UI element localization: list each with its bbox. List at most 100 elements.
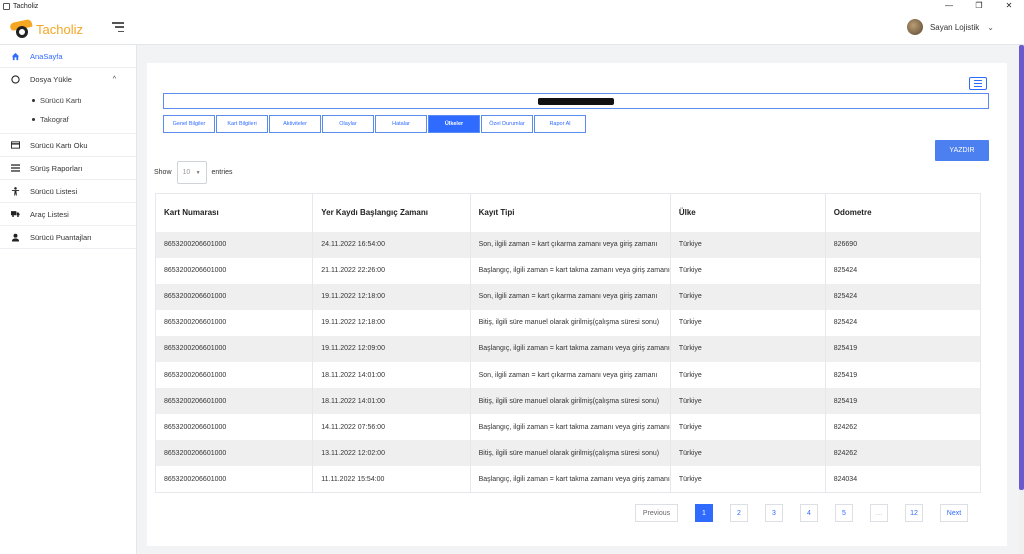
cell-ulke: Türkiye <box>670 231 826 258</box>
cell-kayit-tipi: Bitiş, ilgili süre manuel olarak girilmi… <box>470 440 671 467</box>
home-icon <box>11 52 20 61</box>
cell-baslangic-zamani: 14.11.2022 07:56:00 <box>312 414 471 441</box>
cell-odometre: 825424 <box>825 309 982 336</box>
page-button-12[interactable]: 12 <box>905 504 923 522</box>
cell-baslangic-zamani: 18.11.2022 14:01:00 <box>312 388 471 415</box>
show-label: Show <box>154 169 172 176</box>
tab-rapor-al[interactable]: Rapor Al <box>534 115 586 133</box>
cell-baslangic-zamani: 24.11.2022 16:54:00 <box>312 231 471 258</box>
minimize-button[interactable]: — <box>934 0 964 12</box>
tab-genel-bilgiler[interactable]: Genel Bilgiler <box>163 115 215 133</box>
cell-kart-numarasi: 8653200206601000 <box>154 440 314 467</box>
card-menu-icon[interactable] <box>969 77 987 90</box>
sidebar-item-surucu-listesi[interactable]: Sürücü Listesi <box>0 180 136 203</box>
select-arrow-icon: ▼ <box>195 169 201 176</box>
tab-kart-bilgileri[interactable]: Kart Bilgileri <box>216 115 268 133</box>
brand-logo-icon <box>9 18 34 39</box>
column-header-ulke[interactable]: Ülke <box>670 193 826 232</box>
page-button-1[interactable]: 1 <box>695 504 713 522</box>
page-button-4[interactable]: 4 <box>800 504 818 522</box>
cell-kayit-tipi: Bitiş, ilgili süre manuel olarak girilmi… <box>470 309 671 336</box>
brand-name: Tacholiz <box>36 21 83 37</box>
user-icon <box>11 233 20 242</box>
sidebar-item-surucu-karti-oku[interactable]: Sürücü Kartı Oku <box>0 134 136 157</box>
cell-baslangic-zamani: 19.11.2022 12:18:00 <box>312 309 471 336</box>
pagination: Previous 1 2 3 4 5 … 12 Next <box>635 504 968 522</box>
sidebar-item-label: Sürücü Kartı Oku <box>30 140 88 150</box>
previous-page-button[interactable]: Previous <box>635 504 678 522</box>
sidebar-item-label: AnaSayfa <box>30 51 63 61</box>
sidebar-subitem-surucu-karti[interactable]: Sürücü Kartı <box>0 91 136 110</box>
tab-ulkeler[interactable]: Ülkeler <box>428 115 480 133</box>
app-icon <box>3 2 10 10</box>
page-button-5[interactable]: 5 <box>835 504 853 522</box>
page-size-value: 10 <box>182 169 191 176</box>
table-row: 8653200206601000 19.11.2022 12:18:00 Bitiş… <box>154 309 982 336</box>
cell-kart-numarasi: 8653200206601000 <box>154 231 314 258</box>
brand[interactable]: Tacholiz <box>9 18 83 40</box>
cell-ulke: Türkiye <box>670 361 826 389</box>
cell-ulke: Türkiye <box>670 414 826 441</box>
column-header-kayit-tipi[interactable]: Kayıt Tipi <box>470 193 671 232</box>
avatar <box>906 19 923 35</box>
driver-name-bar: ████████ <box>163 93 989 109</box>
main-card: ████████ Genel Bilgiler Kart Bilgileri A… <box>147 63 1007 546</box>
cell-ulke: Türkiye <box>670 335 826 362</box>
sidebar-item-label: Dosya Yükle <box>30 75 72 84</box>
cell-baslangic-zamani: 21.11.2022 22:26:00 <box>312 257 471 284</box>
page-ellipsis: … <box>870 504 888 522</box>
scrollbar-thumb[interactable] <box>1019 45 1024 490</box>
column-header-baslangic-zamani[interactable]: Yer Kaydı Başlangıç Zamanı <box>312 193 471 232</box>
cell-kart-numarasi: 8653200206601000 <box>154 388 314 415</box>
page-button-3[interactable]: 3 <box>765 504 783 522</box>
sidebar-group-dosya-yukle: Dosya Yükle ^ Sürücü Kartı Takograf <box>0 68 136 134</box>
countries-table: Kart Numarası Yer Kaydı Başlangıç Zamanı… <box>154 193 982 493</box>
tab-olaylar[interactable]: Olaylar <box>322 115 374 133</box>
sidebar-toggle-icon[interactable] <box>112 22 124 32</box>
sidebar-item-label: Sürücü Listesi <box>30 186 78 196</box>
tab-aktiviteler[interactable]: Aktiviteler <box>269 115 321 133</box>
cell-odometre: 824262 <box>825 414 982 441</box>
sidebar-item-surus-raporlari[interactable]: Sürüş Raporları <box>0 157 136 180</box>
page-scrollbar[interactable] <box>1019 45 1024 554</box>
next-page-button[interactable]: Next <box>940 504 968 522</box>
close-button[interactable]: ✕ <box>994 0 1024 12</box>
circle-icon <box>11 75 20 84</box>
cell-kart-numarasi: 8653200206601000 <box>154 335 314 362</box>
tab-hatalar[interactable]: Hatalar <box>375 115 427 133</box>
table-row: 8653200206601000 24.11.2022 16:54:00 Son, … <box>154 231 982 258</box>
page-size-select[interactable]: 10 ▼ <box>176 161 207 184</box>
user-menu[interactable]: Sayan Lojistik ⌄ <box>906 19 994 35</box>
cell-kayit-tipi: Son, ilgili zaman = kart çıkarma zamanı … <box>470 283 671 310</box>
sidebar-item-dosya-yukle[interactable]: Dosya Yükle ^ <box>0 68 136 91</box>
window-titlebar: Tacholiz — ❐ ✕ <box>0 0 1024 12</box>
page-button-2[interactable]: 2 <box>730 504 748 522</box>
tab-ozel-durumlar[interactable]: Özel Durumlar <box>481 115 533 133</box>
truck-icon <box>11 210 20 219</box>
print-button[interactable]: YAZDIR <box>935 140 989 161</box>
driver-name-redacted: ████████ <box>538 97 614 105</box>
cell-odometre: 824262 <box>825 440 982 467</box>
table-row: 8653200206601000 19.11.2022 12:18:00 Son, … <box>154 283 982 310</box>
cell-ulke: Türkiye <box>670 257 826 284</box>
person-icon <box>11 186 20 196</box>
cell-kart-numarasi: 8653200206601000 <box>154 283 314 310</box>
window-controls: — ❐ ✕ <box>934 0 1024 12</box>
sidebar-item-anasayfa[interactable]: AnaSayfa <box>0 45 136 68</box>
cell-odometre: 824034 <box>825 466 982 493</box>
column-header-odometre[interactable]: Odometre <box>825 193 982 232</box>
sidebar-subitem-takograf[interactable]: Takograf <box>0 110 136 129</box>
cell-kart-numarasi: 8653200206601000 <box>154 466 314 493</box>
cell-odometre: 825419 <box>825 388 982 415</box>
column-header-kart-numarasi[interactable]: Kart Numarası <box>154 193 314 232</box>
maximize-button[interactable]: ❐ <box>964 0 994 12</box>
cell-ulke: Türkiye <box>670 309 826 336</box>
sidebar: AnaSayfa Dosya Yükle ^ Sürücü Kartı Tako… <box>0 45 137 554</box>
chevron-up-icon: ^ <box>112 76 116 83</box>
sidebar-item-surucu-puantajlari[interactable]: Sürücü Puantajları <box>0 226 136 249</box>
sidebar-item-arac-listesi[interactable]: Araç Listesi <box>0 203 136 226</box>
cell-baslangic-zamani: 19.11.2022 12:18:00 <box>312 283 471 310</box>
window-title: Tacholiz <box>13 2 39 10</box>
cell-ulke: Türkiye <box>670 388 826 415</box>
table-row: 8653200206601000 14.11.2022 07:56:00 Başla… <box>154 414 982 441</box>
